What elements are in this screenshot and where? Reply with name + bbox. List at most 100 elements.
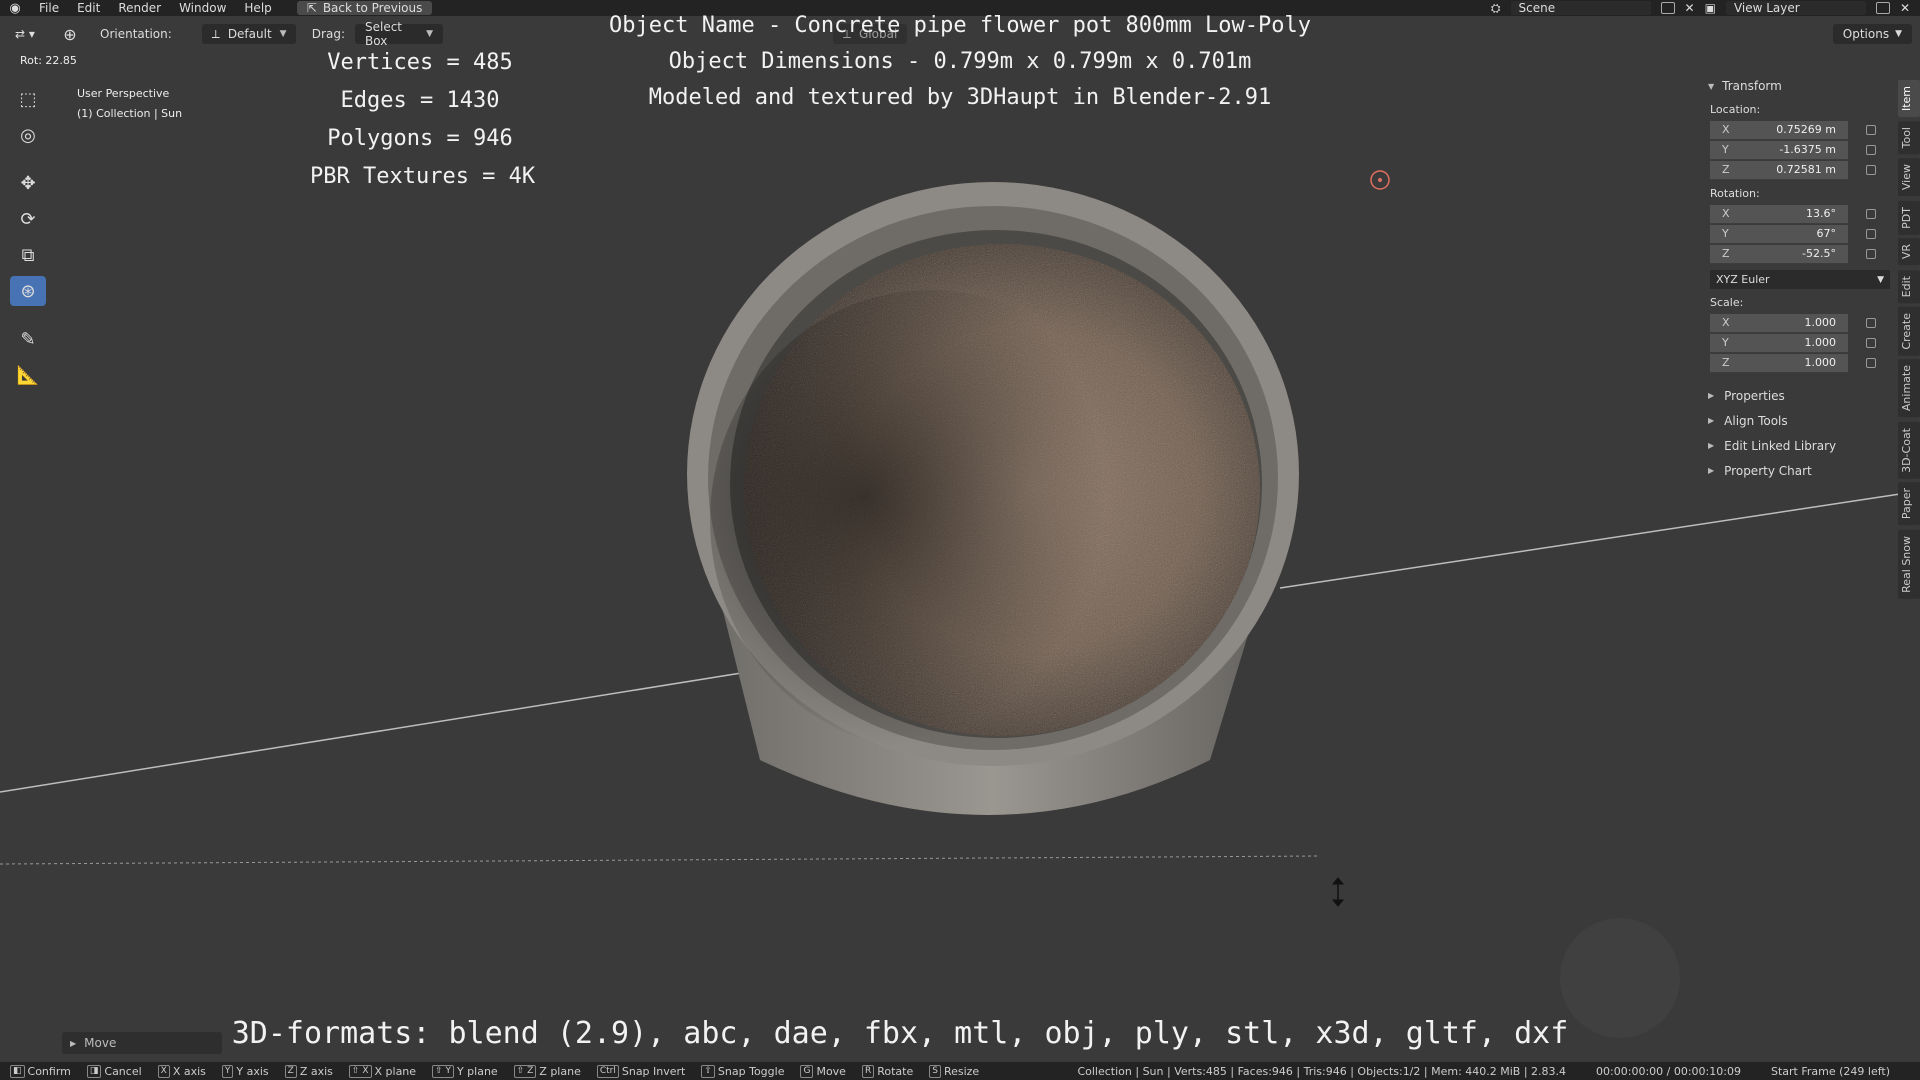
tab-view[interactable]: View [1898,158,1920,197]
expand-icon: ▶ [70,1038,77,1048]
menu-file[interactable]: File [30,0,68,16]
scale-tool[interactable]: ⧉ [10,240,46,270]
status-snap-toggle: ⇧ Snap Toggle [701,1064,784,1078]
expand-icon: ▶ [1708,466,1715,475]
measure-tool[interactable]: 📐 [10,360,46,390]
floor-line-right [1279,493,1901,589]
move-tool[interactable]: ✥ [10,168,46,198]
chevron-down-icon: ▼ [426,29,433,39]
scale-y-field[interactable]: Y 1.000 [1710,333,1848,353]
scene-icon[interactable]: ⛭ [1491,1,1501,16]
lock-icon[interactable] [1866,229,1876,239]
measure-icon: 📐 [16,364,40,386]
transform-icon: ⊛ [20,280,36,302]
blender-logo-icon[interactable]: ◉ [0,1,30,16]
rotation-y-field[interactable]: Y 67° [1710,224,1848,244]
lock-icon[interactable] [1866,125,1876,135]
tab-tool[interactable]: Tool [1898,121,1920,155]
scale-x-row: X 1.000 [1710,313,1894,333]
lock-icon[interactable] [1866,165,1876,175]
view-layer-icon[interactable]: ▣ [1705,1,1716,15]
location-y-row: Y -1.6375 m [1710,140,1894,160]
status-z-axis: ZZ axis [284,1064,333,1078]
lock-icon[interactable] [1866,145,1876,155]
cursor-tool[interactable]: ◎ [10,120,46,150]
soil-shadow [710,290,1150,750]
annotate-tool[interactable]: ✎ [10,324,46,354]
location-y-field[interactable]: Y -1.6375 m [1710,140,1848,160]
menu-help[interactable]: Help [235,0,280,16]
tab-paper[interactable]: Paper [1898,482,1920,526]
panel-align-tools[interactable]: ▶ Align Tools [1700,408,1894,433]
sun-light-icon [1370,170,1390,190]
menu-window[interactable]: Window [170,0,235,16]
mouse-right-icon: ◨ [86,1064,102,1078]
lock-icon[interactable] [1866,338,1876,348]
rotation-readout: Rot: 22.85 [20,54,77,67]
top-right-controls: ⛭ Scene ✕ ▣ View Layer ✕ [1491,0,1920,16]
status-y-plane: ⇧ YY plane [432,1064,498,1078]
options-label: Options [1842,27,1890,41]
back-to-previous-button[interactable]: ⇱ Back to Previous [296,1,433,15]
rotate-tool[interactable]: ⟳ [10,204,46,234]
floor-line-left [0,669,761,793]
tab-3d-coat[interactable]: 3D-Coat [1898,421,1920,479]
transform-tool-icon[interactable]: ⊕ [50,25,90,44]
rotate-icon: ⟳ [20,208,36,230]
scale-z-row: Z 1.000 [1710,353,1894,373]
status-move: G Move [800,1064,846,1078]
tab-create[interactable]: Create [1898,306,1920,356]
editor-type-icon[interactable]: ⇄ ▾ [0,27,50,41]
scale-x-field[interactable]: X 1.000 [1710,313,1848,333]
overlay-dimensions: Object Dimensions - 0.799m x 0.799m x 0.… [668,49,1252,74]
panel-edit-linked-library[interactable]: ▶ Edit Linked Library [1700,433,1894,458]
menu-edit[interactable]: Edit [68,0,109,16]
scene-field[interactable]: Scene [1510,1,1651,15]
rotation-z-field[interactable]: Z -52.5° [1710,244,1848,264]
cursor-arrows-icon [1331,877,1345,907]
tab-animate[interactable]: Animate [1898,359,1920,418]
view-layer-field[interactable]: View Layer [1725,1,1866,15]
status-resize: S Resize [929,1064,979,1078]
tab-real-snow[interactable]: Real Snow [1898,529,1920,599]
overlay-edges: Edges = 1430 [340,88,500,113]
lock-icon[interactable] [1866,209,1876,219]
transform-tool[interactable]: ⊛ [10,276,46,306]
transform-panel-header[interactable]: ▼ Transform [1700,76,1894,96]
chevron-down-icon: ▼ [1877,274,1884,285]
new-view-layer-icon[interactable] [1875,2,1890,14]
status-z-plane: ⇧ ZZ plane [513,1064,581,1078]
close-view-layer-icon[interactable]: ✕ [1900,1,1910,15]
panel-properties[interactable]: ▶ Properties [1700,383,1894,408]
rotation-x-field[interactable]: X 13.6° [1710,204,1848,224]
lock-icon[interactable] [1866,358,1876,368]
scale-z-field[interactable]: Z 1.000 [1710,353,1848,373]
rotation-x-row: X 13.6° [1710,204,1894,224]
tab-edit[interactable]: Edit [1898,269,1920,303]
cursor-icon: ◎ [20,124,36,146]
orientation-dropdown[interactable]: ⟂ Default ▼ [201,24,296,44]
annotate-icon: ✎ [20,328,36,350]
tab-vr[interactable]: VR [1898,238,1920,266]
overlay-formats: 3D-formats: blend (2.9), abc, dae, fbx, … [231,1016,1569,1051]
new-scene-icon[interactable] [1660,2,1675,14]
options-button[interactable]: Options ▼ [1832,24,1912,44]
tab-pdt[interactable]: PDT [1898,200,1920,235]
panel-property-chart[interactable]: ▶ Property Chart [1700,458,1894,483]
last-operator-panel[interactable]: ▶ Move [62,1032,222,1054]
tab-item[interactable]: Item [1898,80,1920,118]
status-right: Collection | Sun | Verts:485 | Faces:946… [1077,1062,1890,1080]
lock-icon[interactable] [1866,249,1876,259]
lock-icon[interactable] [1866,318,1876,328]
expand-icon: ▼ [1708,81,1715,91]
menu-render[interactable]: Render [109,0,170,16]
rotation-mode-dropdown[interactable]: XYZ Euler ▼ [1710,270,1890,289]
close-scene-icon[interactable]: ✕ [1685,1,1695,15]
select-box-tool[interactable]: ⬚ [10,84,46,114]
perspective-label: User Perspective [77,87,170,100]
location-z-field[interactable]: Z 0.72581 m [1710,160,1848,180]
sidebar-panel: ▼ Transform Location: X 0.75269 m Y -1.637… [1700,76,1894,496]
drag-dropdown[interactable]: Select Box ▼ [354,20,443,48]
location-x-field[interactable]: X 0.75269 m [1710,120,1848,140]
viewport-scene[interactable] [0,0,1920,1080]
